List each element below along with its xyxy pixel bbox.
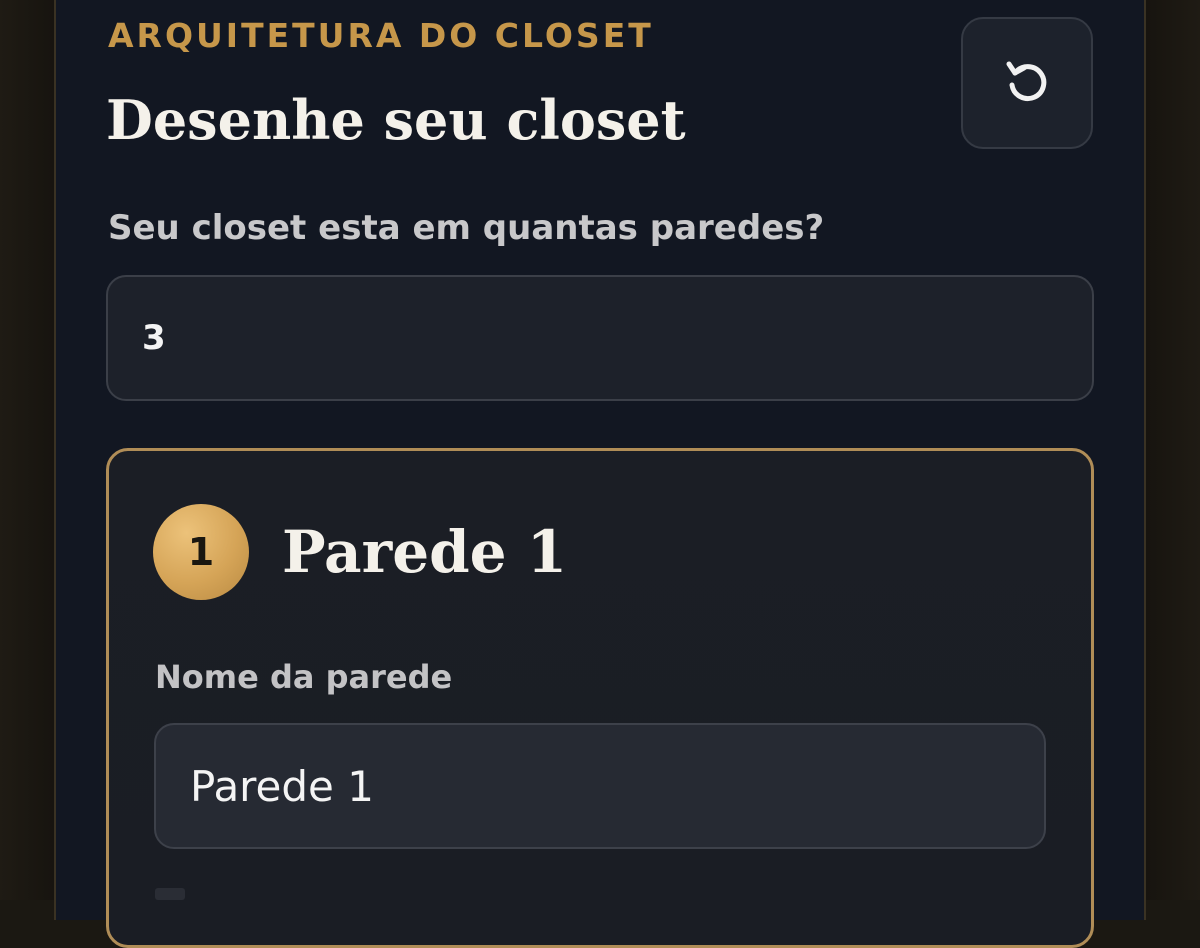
section-eyebrow: ARQUITETURA DO CLOSET bbox=[108, 16, 654, 55]
wall-number-badge: 1 bbox=[153, 504, 249, 600]
page-title: Desenhe seu closet bbox=[106, 88, 686, 152]
next-field-label-partial bbox=[155, 888, 185, 900]
wall-title: Parede 1 bbox=[282, 518, 568, 586]
reset-icon bbox=[1001, 55, 1053, 111]
walls-count-input[interactable] bbox=[106, 275, 1094, 401]
wall-name-input[interactable] bbox=[154, 723, 1046, 849]
reset-button[interactable] bbox=[961, 17, 1093, 149]
wall-name-label: Nome da parede bbox=[155, 658, 453, 696]
walls-question-label: Seu closet esta em quantas paredes? bbox=[108, 208, 825, 248]
